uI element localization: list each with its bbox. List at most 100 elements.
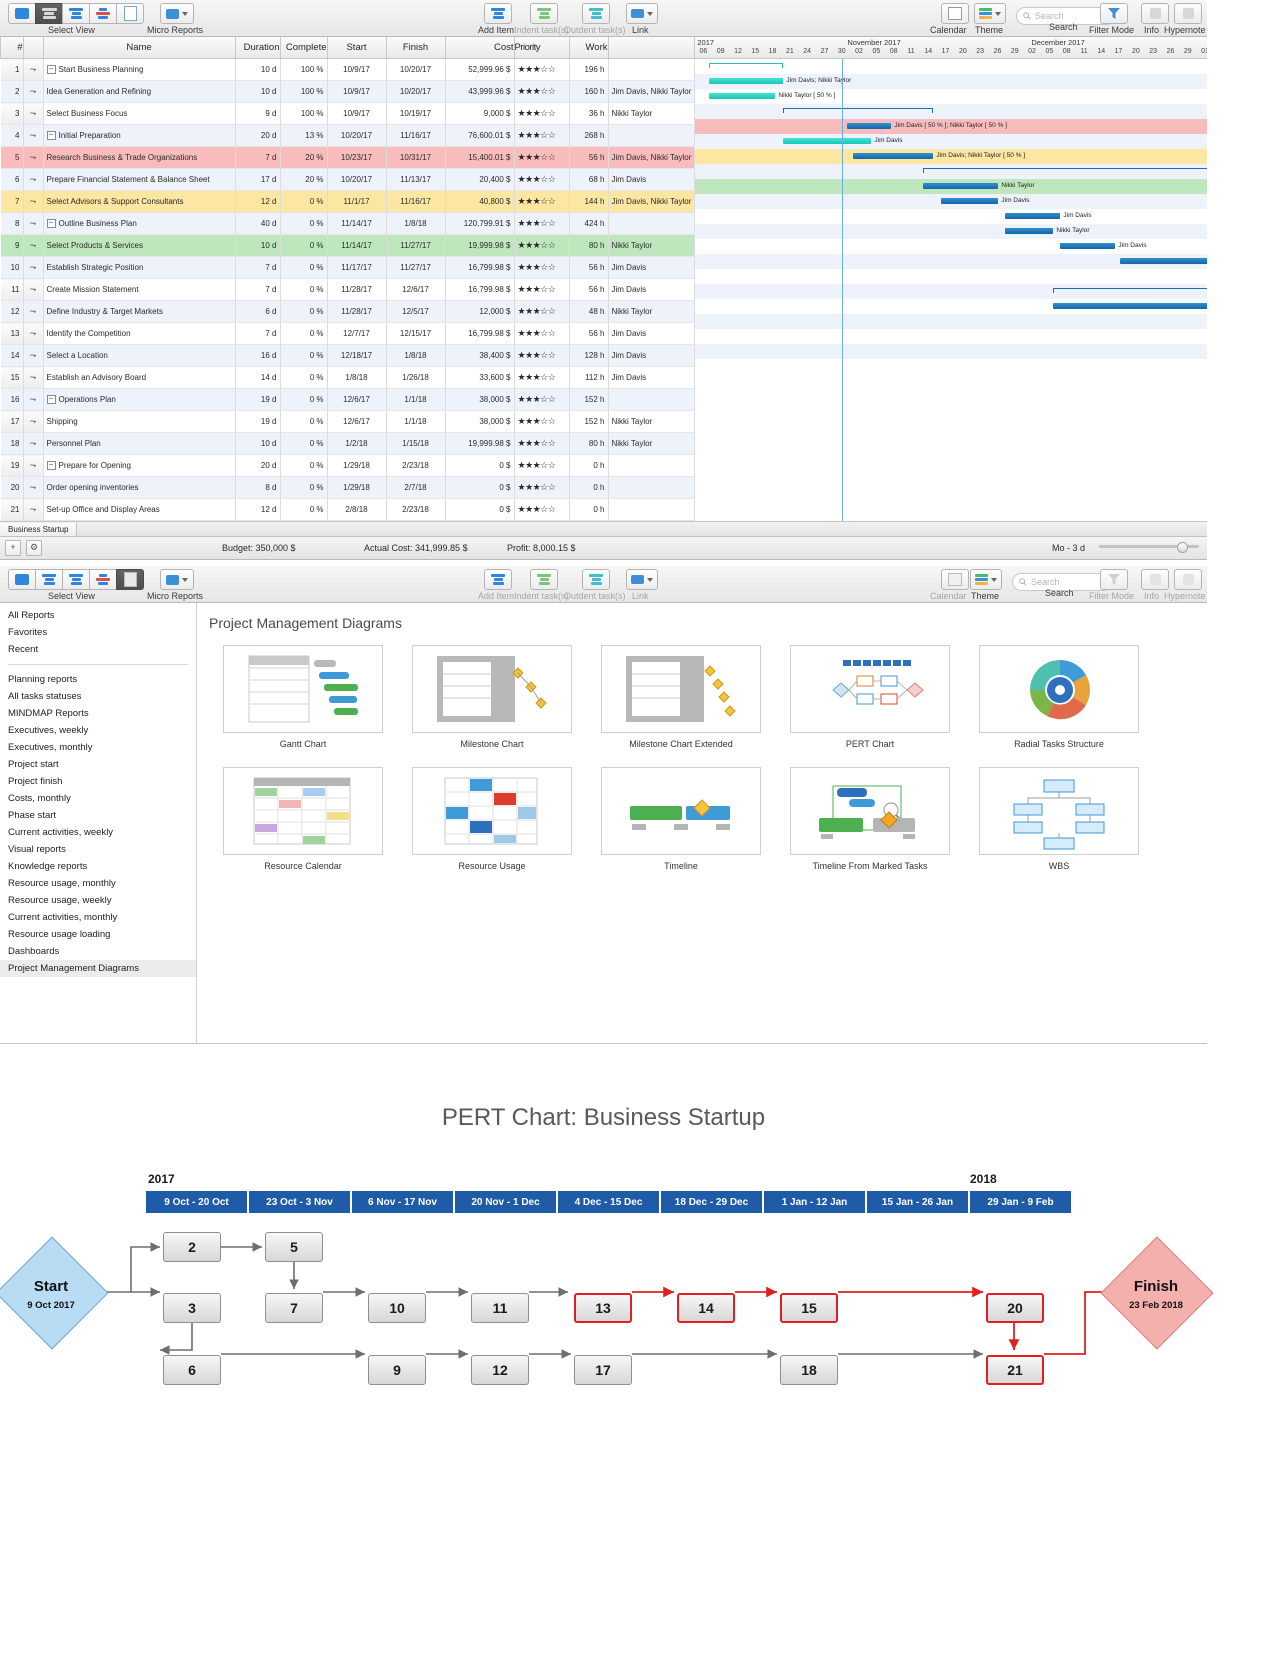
- gantt-bars-area[interactable]: Jim Davis; Nikki Taylor Nikki Taylor [ 50…: [695, 59, 1207, 521]
- table-row[interactable]: 6 ⤳ Prepare Financial Statement & Balance …: [0, 168, 696, 191]
- cell-resources[interactable]: Nikki Taylor: [608, 432, 696, 455]
- task-type-icon[interactable]: ⤳: [23, 498, 44, 521]
- cell-start[interactable]: 2/8/18: [327, 498, 387, 521]
- cell-resources[interactable]: Jim Davis: [608, 322, 696, 345]
- cell-priority[interactable]: ★★★☆☆: [514, 168, 570, 191]
- cell-name[interactable]: Idea Generation and Refining: [43, 80, 236, 103]
- cell-priority[interactable]: ★★★☆☆: [514, 300, 570, 323]
- cell-cost[interactable]: 15,400.01 $: [445, 146, 515, 169]
- gear-icon[interactable]: ⚙: [26, 540, 42, 556]
- cell-cost[interactable]: 52,999.96 $: [445, 58, 515, 81]
- cell-resources[interactable]: Jim Davis, Nikki Taylor: [608, 146, 696, 169]
- cell-work[interactable]: 144 h: [569, 190, 609, 213]
- cell-complete[interactable]: 0 %: [280, 278, 328, 301]
- cell-resources[interactable]: Nikki Taylor: [608, 102, 696, 125]
- cell-cost[interactable]: 76,600.01 $: [445, 124, 515, 147]
- cell-cost[interactable]: 33,600 $: [445, 366, 515, 389]
- filter-icon[interactable]: [1100, 3, 1128, 24]
- cell-complete[interactable]: 0 %: [280, 190, 328, 213]
- cell-work[interactable]: 68 h: [569, 168, 609, 191]
- expand-toggle[interactable]: –: [46, 461, 56, 471]
- sidebar-item-current-activities-monthly[interactable]: Current activities, monthly: [0, 909, 196, 926]
- cell-finish[interactable]: 10/20/17: [386, 58, 446, 81]
- info-icon-2[interactable]: [1141, 569, 1169, 590]
- cell-finish[interactable]: 1/8/18: [386, 344, 446, 367]
- cell-duration[interactable]: 10 d: [235, 432, 281, 455]
- cell-complete[interactable]: 0 %: [280, 454, 328, 477]
- cell-priority[interactable]: ★★★☆☆: [514, 498, 570, 521]
- cell-complete[interactable]: 0 %: [280, 498, 328, 521]
- gantt-bar[interactable]: [853, 153, 934, 159]
- cell-priority[interactable]: ★★★☆☆: [514, 366, 570, 389]
- pert-node[interactable]: 17: [574, 1355, 632, 1385]
- cell-finish[interactable]: 11/27/17: [386, 234, 446, 257]
- gantt-row[interactable]: [695, 329, 1207, 344]
- task-type-icon[interactable]: ⤳: [23, 432, 44, 455]
- cell-name[interactable]: – Start Business Planning: [43, 58, 236, 81]
- cell-start[interactable]: 12/18/17: [327, 344, 387, 367]
- task-type-icon[interactable]: ⤳: [23, 168, 44, 191]
- report-card[interactable]: WBS: [979, 767, 1139, 871]
- timeline-period[interactable]: 20 Nov - 1 Dec: [454, 1190, 557, 1214]
- cell-priority[interactable]: ★★★☆☆: [514, 432, 570, 455]
- sidebar-item-knowledge-reports[interactable]: Knowledge reports: [0, 858, 196, 875]
- micro-reports-icon[interactable]: [160, 3, 194, 24]
- cell-name[interactable]: Order opening inventories: [43, 476, 236, 499]
- cell-start[interactable]: 11/14/17: [327, 234, 387, 257]
- gantt-bar[interactable]: [941, 198, 999, 204]
- add-item-icon-2[interactable]: [484, 569, 512, 590]
- sidebar-item-costs-monthly[interactable]: Costs, monthly: [0, 790, 196, 807]
- calendar-icon-2[interactable]: [941, 569, 969, 590]
- cell-complete[interactable]: 0 %: [280, 388, 328, 411]
- cell-duration[interactable]: 20 d: [235, 454, 281, 477]
- cell-duration[interactable]: 12 d: [235, 190, 281, 213]
- cell-name[interactable]: – Initial Preparation: [43, 124, 236, 147]
- gantt-row[interactable]: [695, 359, 1207, 374]
- cell-work[interactable]: 56 h: [569, 146, 609, 169]
- cell-name[interactable]: Establish Strategic Position: [43, 256, 236, 279]
- cell-name[interactable]: Personnel Plan: [43, 432, 236, 455]
- table-row[interactable]: 9 ⤳ Select Products & Services 10 d0 % 11/14…: [0, 234, 696, 257]
- sidebar-item-project-management-diagrams[interactable]: Project Management Diagrams: [0, 960, 196, 977]
- project-view-icon-2[interactable]: [8, 569, 36, 590]
- cell-resources[interactable]: Nikki Taylor: [608, 234, 696, 257]
- task-type-icon[interactable]: ⤳: [23, 410, 44, 433]
- reports-view-icon[interactable]: [116, 3, 144, 24]
- cell-cost[interactable]: 38,400 $: [445, 344, 515, 367]
- theme-icon[interactable]: [974, 3, 1006, 24]
- report-card[interactable]: Milestone Chart: [412, 645, 572, 749]
- cell-priority[interactable]: ★★★☆☆: [514, 234, 570, 257]
- cell-priority[interactable]: ★★★☆☆: [514, 278, 570, 301]
- cell-resources[interactable]: [608, 476, 696, 499]
- cell-cost[interactable]: 38,000 $: [445, 388, 515, 411]
- task-type-icon[interactable]: ⤳: [23, 80, 44, 103]
- table-row[interactable]: 3 ⤳ Select Business Focus 9 d 100 % 10/9/17 10…: [0, 102, 696, 125]
- cell-cost[interactable]: 0 $: [445, 454, 515, 477]
- gantt-view-icon[interactable]: [35, 3, 63, 24]
- sidebar-item-project-start[interactable]: Project start: [0, 756, 196, 773]
- cell-complete[interactable]: 100 %: [280, 58, 328, 81]
- cell-work[interactable]: 152 h: [569, 388, 609, 411]
- gantt-bar[interactable]: [1005, 228, 1054, 234]
- cell-duration[interactable]: 10 d: [235, 58, 281, 81]
- cell-name[interactable]: Select Business Focus: [43, 102, 236, 125]
- gantt-row[interactable]: [695, 269, 1207, 284]
- report-card[interactable]: Gantt Chart: [223, 645, 383, 749]
- cell-work[interactable]: 268 h: [569, 124, 609, 147]
- gantt-bar[interactable]: [709, 78, 784, 84]
- cell-name[interactable]: Prepare Financial Statement & Balance Sh…: [43, 168, 236, 191]
- cell-priority[interactable]: ★★★☆☆: [514, 256, 570, 279]
- gantt-bar[interactable]: [709, 93, 776, 99]
- cell-duration[interactable]: 20 d: [235, 124, 281, 147]
- task-type-icon[interactable]: ⤳: [23, 476, 44, 499]
- task-type-icon[interactable]: ⤳: [23, 234, 44, 257]
- cell-work[interactable]: 160 h: [569, 80, 609, 103]
- task-type-icon[interactable]: ⤳: [23, 388, 44, 411]
- gantt-bar[interactable]: [783, 108, 934, 113]
- col-complete[interactable]: Complete: [279, 37, 328, 59]
- cell-cost[interactable]: 43,999.96 $: [445, 80, 515, 103]
- cell-complete[interactable]: 0 %: [280, 300, 328, 323]
- cell-complete[interactable]: 0 %: [280, 322, 328, 345]
- cell-resources[interactable]: Jim Davis, Nikki Taylor: [608, 190, 696, 213]
- col-number[interactable]: #: [0, 37, 24, 59]
